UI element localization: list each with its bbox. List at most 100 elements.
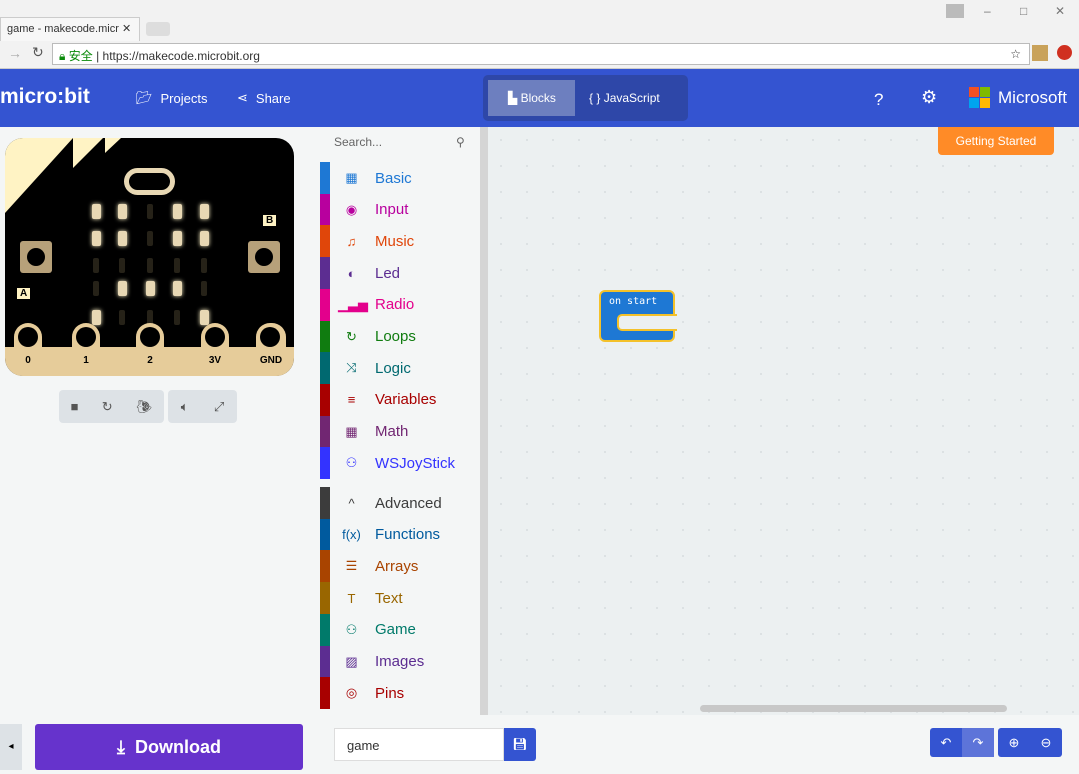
category-music[interactable]: ♫ Music (320, 225, 480, 258)
category-text[interactable]: T Text (320, 582, 480, 615)
star-icon[interactable]: ☆ (1010, 47, 1021, 61)
led-1-4[interactable] (200, 231, 209, 246)
help-icon[interactable]: ? (874, 90, 883, 110)
logic-icon: ⤨ (346, 360, 357, 376)
category-led[interactable]: ◐ Led (320, 257, 480, 290)
led-3-1[interactable] (118, 281, 127, 296)
profile-icon[interactable] (946, 4, 964, 18)
close-window-icon[interactable]: ✕ (1055, 4, 1065, 18)
microbit-simulator[interactable]: A B 0 1 2 3V GND (5, 138, 294, 376)
pin-0[interactable]: 0 (14, 323, 42, 376)
category-wsjoystick[interactable]: ⚇ WSJoyStick (320, 447, 480, 480)
restart-icon[interactable]: ↻ (102, 399, 113, 415)
blocks-workspace[interactable] (488, 127, 1079, 715)
led-2-3[interactable] (174, 258, 180, 273)
category-images[interactable]: ▨ Images (320, 645, 480, 678)
javascript-tab[interactable]: { } JavaScript (589, 91, 660, 105)
category-color-strip (320, 225, 330, 258)
category-advanced[interactable]: ^ Advanced (320, 487, 480, 519)
pin-1[interactable]: 1 (72, 323, 100, 376)
led-3-3[interactable] (173, 281, 182, 296)
close-tab-icon[interactable]: ✕ (122, 23, 131, 35)
led-3-4[interactable] (201, 281, 207, 296)
led-1-1[interactable] (118, 231, 127, 246)
category-math[interactable]: ▦ Math (320, 415, 480, 448)
button-a[interactable] (20, 241, 52, 273)
share-button[interactable]: ⋖ Share (237, 90, 291, 106)
toolbox: Search... ⚲ ▦ Basic ◉ Input ♫ Music ◐ Led ▁▃▅ Radi… (320, 127, 480, 715)
address-bar[interactable]: 🔒︎ 安全 | https://makecode.microbit.org ☆ (52, 43, 1030, 65)
category-color-strip (320, 447, 330, 480)
undo-icon[interactable]: ↶ (930, 728, 962, 757)
zoom-out-icon[interactable]: ⊖ (1030, 728, 1062, 757)
led-1-0[interactable] (92, 231, 101, 246)
new-tab-button[interactable] (146, 22, 170, 36)
maximize-icon[interactable]: □ (1020, 4, 1027, 18)
led-0-3[interactable] (173, 204, 182, 219)
category-variables[interactable]: ≡ Variables (320, 383, 480, 416)
fullscreen-icon[interactable]: ⤢ (214, 399, 224, 415)
redo-icon[interactable]: ↷ (962, 728, 994, 757)
led-4-0[interactable] (92, 310, 101, 325)
getting-started-button[interactable]: Getting Started (938, 127, 1054, 155)
led-3-2[interactable] (146, 281, 155, 296)
category-label: Pins (375, 684, 405, 702)
lock-icon: 🔒︎ (59, 49, 66, 63)
category-color-strip (320, 288, 330, 321)
blocks-tab[interactable]: ▙ Blocks (488, 80, 575, 116)
save-button[interactable]: 💾︎ (504, 728, 536, 761)
toolbox-scrollbar[interactable] (480, 127, 488, 715)
category-input[interactable]: ◉ Input (320, 193, 480, 226)
led-2-4[interactable] (201, 258, 207, 273)
led-0-1[interactable] (118, 204, 127, 219)
zoom-in-icon[interactable]: ⊕ (998, 728, 1030, 757)
extension-icon[interactable] (1032, 45, 1048, 61)
led-1-3[interactable] (173, 231, 182, 246)
category-logic[interactable]: ⤨ Logic (320, 352, 480, 385)
toolbox-search[interactable]: Search... ⚲ (334, 135, 465, 149)
browser-tab[interactable]: game - makecode.micr ✕ (0, 17, 140, 41)
category-loops[interactable]: ↻ Loops (320, 320, 480, 353)
led-0-2[interactable] (147, 204, 153, 219)
mute-icon[interactable]: 🔈︎ (181, 399, 189, 415)
category-functions[interactable]: f(x) Functions (320, 518, 480, 551)
stop-icon[interactable]: ■ (71, 399, 79, 414)
minimize-icon[interactable]: – (984, 4, 991, 18)
category-basic[interactable]: ▦ Basic (320, 162, 480, 194)
category-arrays[interactable]: ☰ Arrays (320, 550, 480, 583)
button-b[interactable] (248, 241, 280, 273)
led-0-4[interactable] (200, 204, 209, 219)
led-3-0[interactable] (93, 281, 99, 296)
pin-gnd[interactable]: GND (256, 323, 286, 376)
led-4-4[interactable] (200, 310, 209, 325)
pin-3v[interactable]: 3V (201, 323, 229, 376)
pin-2[interactable]: 2 (136, 323, 164, 376)
category-pins[interactable]: ◎ Pins (320, 677, 480, 710)
project-name-input[interactable]: game (334, 728, 504, 761)
led-2-1[interactable] (119, 258, 125, 273)
collapse-sim-button[interactable]: ◂ (0, 724, 22, 770)
category-color-strip (320, 383, 330, 416)
category-game[interactable]: ⚇ Game (320, 613, 480, 646)
download-button[interactable]: ⤓ Download (35, 724, 303, 770)
reload-icon[interactable]: ↻ (32, 44, 44, 61)
projects-button[interactable]: 📂︎ Projects (136, 90, 207, 106)
forward-icon[interactable]: → (8, 45, 22, 61)
category-label: Music (375, 232, 415, 250)
led-2-0[interactable] (93, 258, 99, 273)
on-start-block[interactable]: on start (599, 290, 677, 342)
led-1-2[interactable] (147, 231, 153, 246)
led-4-3[interactable] (174, 310, 180, 325)
microbit-logo[interactable]: micro:bit (0, 85, 90, 109)
arrays-icon: ☰ (345, 558, 358, 574)
category-color-strip (320, 645, 330, 678)
slowmo-icon[interactable]: 🐌︎ (136, 399, 153, 415)
led-4-1[interactable] (119, 310, 125, 325)
adblock-icon[interactable] (1057, 45, 1072, 60)
workspace-scrollbar[interactable] (700, 705, 1007, 712)
microsoft-logo[interactable]: Microsoft (969, 87, 1067, 108)
led-2-2[interactable] (147, 258, 153, 273)
gear-icon[interactable]: ⚙ (921, 87, 937, 108)
category-radio[interactable]: ▁▃▅ Radio (320, 288, 480, 321)
led-0-0[interactable] (92, 204, 101, 219)
